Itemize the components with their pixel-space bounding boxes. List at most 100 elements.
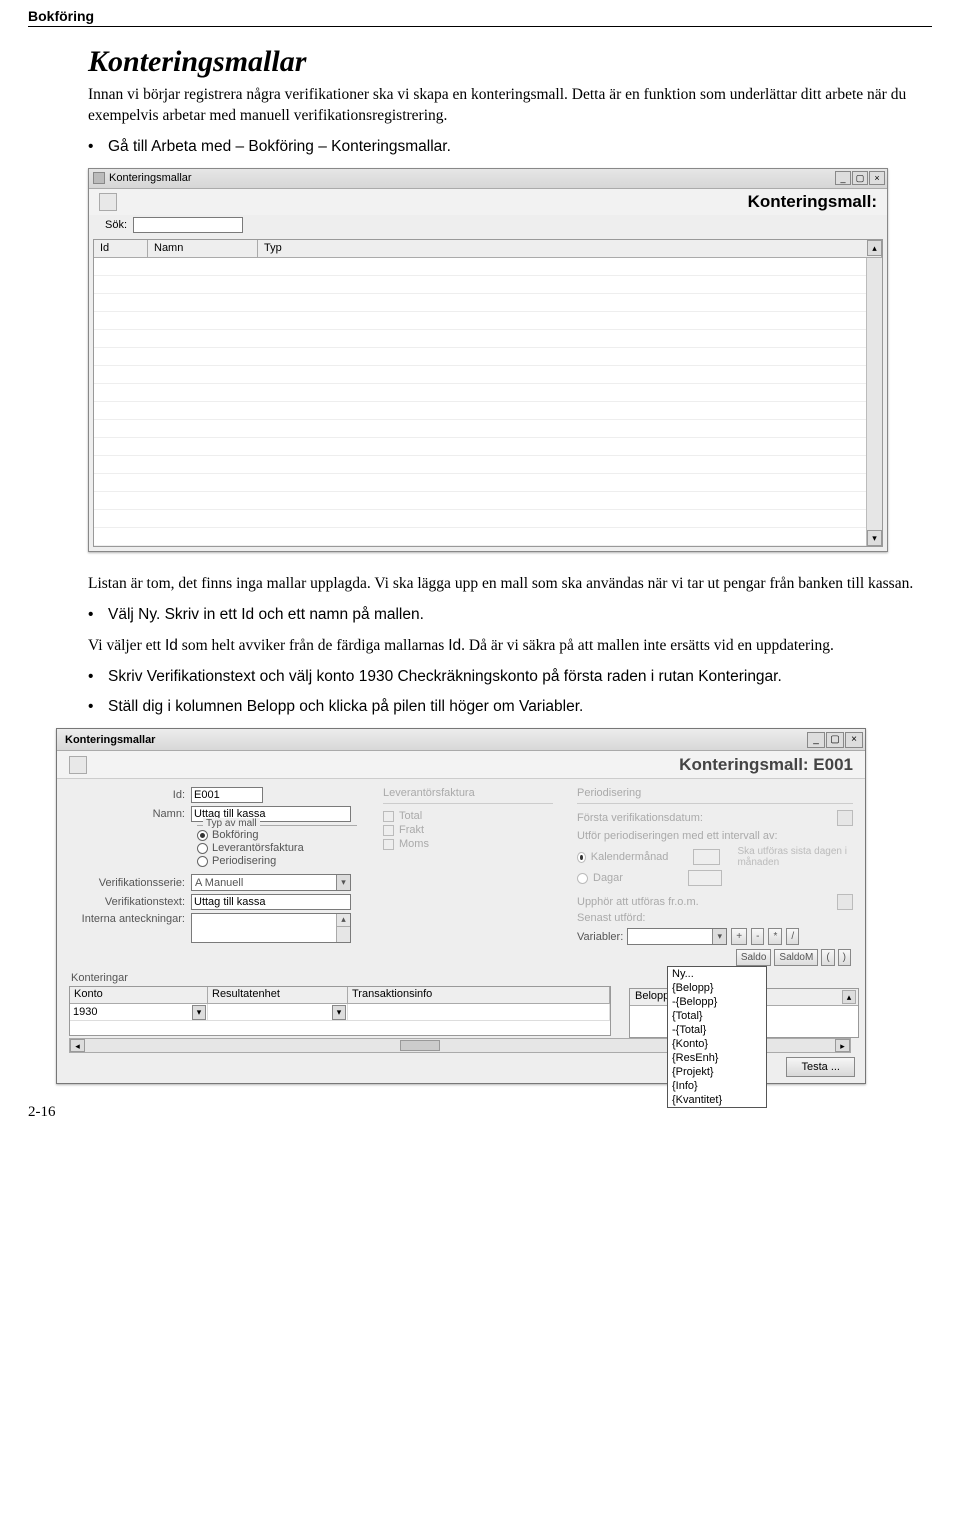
bullet-3-text: Skriv Verifikationstext och välj konto 1… (108, 667, 932, 688)
window-icon (93, 172, 105, 184)
col-belopp[interactable]: Belopp (635, 990, 669, 1005)
bullet-dot: • (88, 605, 108, 626)
chevron-down-icon[interactable]: ▾ (336, 875, 350, 890)
term-ny: Ny (138, 606, 156, 623)
konteringar-area: Konteringar Konto Resultatenhet Transakt… (69, 972, 857, 1036)
btn-rparen[interactable]: ) (838, 949, 851, 966)
btn-divide[interactable]: / (786, 928, 799, 945)
list-item[interactable]: {Belopp} (668, 981, 766, 995)
input-veriftext[interactable] (191, 894, 351, 910)
label-skautf: Ska utföras sista dagen i månaden (737, 846, 853, 868)
variabler-dropdown-list[interactable]: Ny... {Belopp} -{Belopp} {Total} -{Total… (667, 966, 767, 1108)
btn-multiply[interactable]: * (768, 928, 782, 945)
checkbox-frakt (383, 825, 394, 836)
col-id[interactable]: Id (94, 240, 148, 257)
chevron-down-icon[interactable]: ▾ (192, 1005, 206, 1020)
bullet-3: • Skriv Verifikationstext och välj konto… (88, 667, 932, 688)
chevron-down-icon[interactable]: ▾ (332, 1005, 346, 1020)
label-veriftext: Verifikationstext: (69, 896, 191, 908)
form-right-column: Periodisering Första verifikationsdatum:… (577, 787, 853, 966)
list-item[interactable]: {Kvantitet} (668, 1093, 766, 1107)
toolbar-icon[interactable] (69, 756, 87, 774)
term-verifikationstext: Verifikationstext (147, 668, 256, 685)
col-typ[interactable]: Typ (258, 240, 882, 257)
scroll-up-icon[interactable]: ▴ (337, 914, 350, 927)
scroll-right-icon[interactable]: ▸ (835, 1039, 850, 1052)
label-upphor: Upphör att utföras fr.o.m. (577, 896, 699, 908)
page-header: Bokföring (28, 0, 932, 27)
term-belopp: Belopp (247, 698, 295, 715)
btn-saldom[interactable]: SaldoM (774, 949, 818, 966)
table-row: 1930 ▾ ▾ (70, 1004, 610, 1021)
col-transinfo[interactable]: Transaktionsinfo (348, 987, 610, 1003)
term-id: Id (241, 606, 254, 623)
btn-saldo[interactable]: Saldo (736, 949, 772, 966)
textarea-interna[interactable]: ▴ (191, 913, 351, 943)
bullet-4: • Ställ dig i kolumnen Belopp och klicka… (88, 697, 932, 718)
scroll-up-icon[interactable]: ▴ (867, 240, 882, 256)
input-id[interactable] (191, 787, 263, 803)
maximize-button[interactable]: ▢ (826, 732, 844, 748)
win1-title: Konteringsmallar (109, 172, 192, 184)
scroll-left-icon[interactable]: ◂ (70, 1039, 85, 1052)
sok-input[interactable] (133, 217, 243, 233)
select-verifserie[interactable]: A Manuell ▾ (191, 874, 351, 891)
btn-plus[interactable]: + (731, 928, 747, 945)
paragraph-3: Vi väljer ett Id som helt avviker från d… (88, 636, 932, 657)
term-variabler: Variabler (519, 698, 579, 715)
calendar-icon (837, 894, 853, 910)
radio-dagar (577, 873, 588, 884)
close-button[interactable]: × (869, 171, 885, 185)
list-item[interactable]: {Info} (668, 1079, 766, 1093)
list-item[interactable]: {Projekt} (668, 1065, 766, 1079)
screenshot-konteringsmallar-list: Konteringsmallar _ ▢ × Konteringsmall: S… (88, 168, 888, 552)
page-title: Konteringsmallar (88, 45, 932, 79)
list-item[interactable]: -{Belopp} (668, 995, 766, 1009)
minimize-button[interactable]: _ (807, 732, 825, 748)
form-middle-column: Leverantörsfaktura Total Frakt Moms (383, 787, 553, 966)
radio-periodisering[interactable] (197, 856, 208, 867)
close-button[interactable]: × (845, 732, 863, 748)
col-resenhet[interactable]: Resultatenhet (208, 987, 348, 1003)
minimize-button[interactable]: _ (835, 171, 851, 185)
input-kalender-n (693, 849, 720, 865)
select-variabler[interactable]: ▾ (627, 928, 727, 945)
label-forsta: Första verifikationsdatum: (577, 812, 703, 824)
cell-transinfo[interactable] (348, 1004, 610, 1020)
label-verifserie: Verifikationsserie: (69, 877, 191, 889)
page-number: 2-16 (28, 1104, 932, 1121)
intro-paragraph: Innan vi börjar registrera några verifik… (88, 85, 932, 127)
checkbox-total (383, 811, 394, 822)
term-id: Id (165, 637, 178, 654)
label-namn: Namn: (69, 808, 191, 820)
col-konto[interactable]: Konto (70, 987, 208, 1003)
vertical-scrollbar[interactable]: ▴ ▾ (866, 258, 882, 546)
list-item[interactable]: {Konto} (668, 1037, 766, 1051)
list-item[interactable]: {Total} (668, 1009, 766, 1023)
radio-bokforing[interactable] (197, 830, 208, 841)
scroll-down-icon[interactable]: ▾ (867, 530, 882, 546)
col-namn[interactable]: Namn (148, 240, 258, 257)
scrollbar-thumb[interactable] (400, 1040, 440, 1051)
list-item[interactable]: {ResEnh} (668, 1051, 766, 1065)
btn-minus[interactable]: - (751, 928, 764, 945)
label-variabler: Variabler: (577, 931, 623, 943)
win1-heading: Konteringsmall: (748, 192, 877, 212)
radio-leverantorsfaktura[interactable] (197, 843, 208, 854)
testa-button[interactable]: Testa ... (786, 1057, 855, 1077)
bullet-4-text: Ställ dig i kolumnen Belopp och klicka p… (108, 697, 932, 718)
maximize-button[interactable]: ▢ (852, 171, 868, 185)
list-item[interactable]: -{Total} (668, 1023, 766, 1037)
form-left-column: Id: Namn: Typ av mall Bokföring Leverant… (69, 787, 359, 966)
paragraph-2: Listan är tom, det finns inga mallar upp… (88, 574, 932, 595)
btn-lparen[interactable]: ( (821, 949, 834, 966)
checkbox-moms (383, 839, 394, 850)
scroll-up-icon[interactable]: ▴ (842, 990, 856, 1004)
cell-konto-dropdown[interactable]: 1930 ▾ (70, 1004, 207, 1020)
bullet-1: • Gå till Arbeta med – Bokföring – Konte… (88, 137, 932, 158)
chevron-down-icon[interactable]: ▾ (712, 929, 726, 944)
list-item[interactable]: Ny... (668, 967, 766, 981)
toolbar-icon[interactable] (99, 193, 117, 211)
input-dagar-n (688, 870, 722, 886)
cell-resenhet-dropdown[interactable]: ▾ (208, 1004, 347, 1020)
